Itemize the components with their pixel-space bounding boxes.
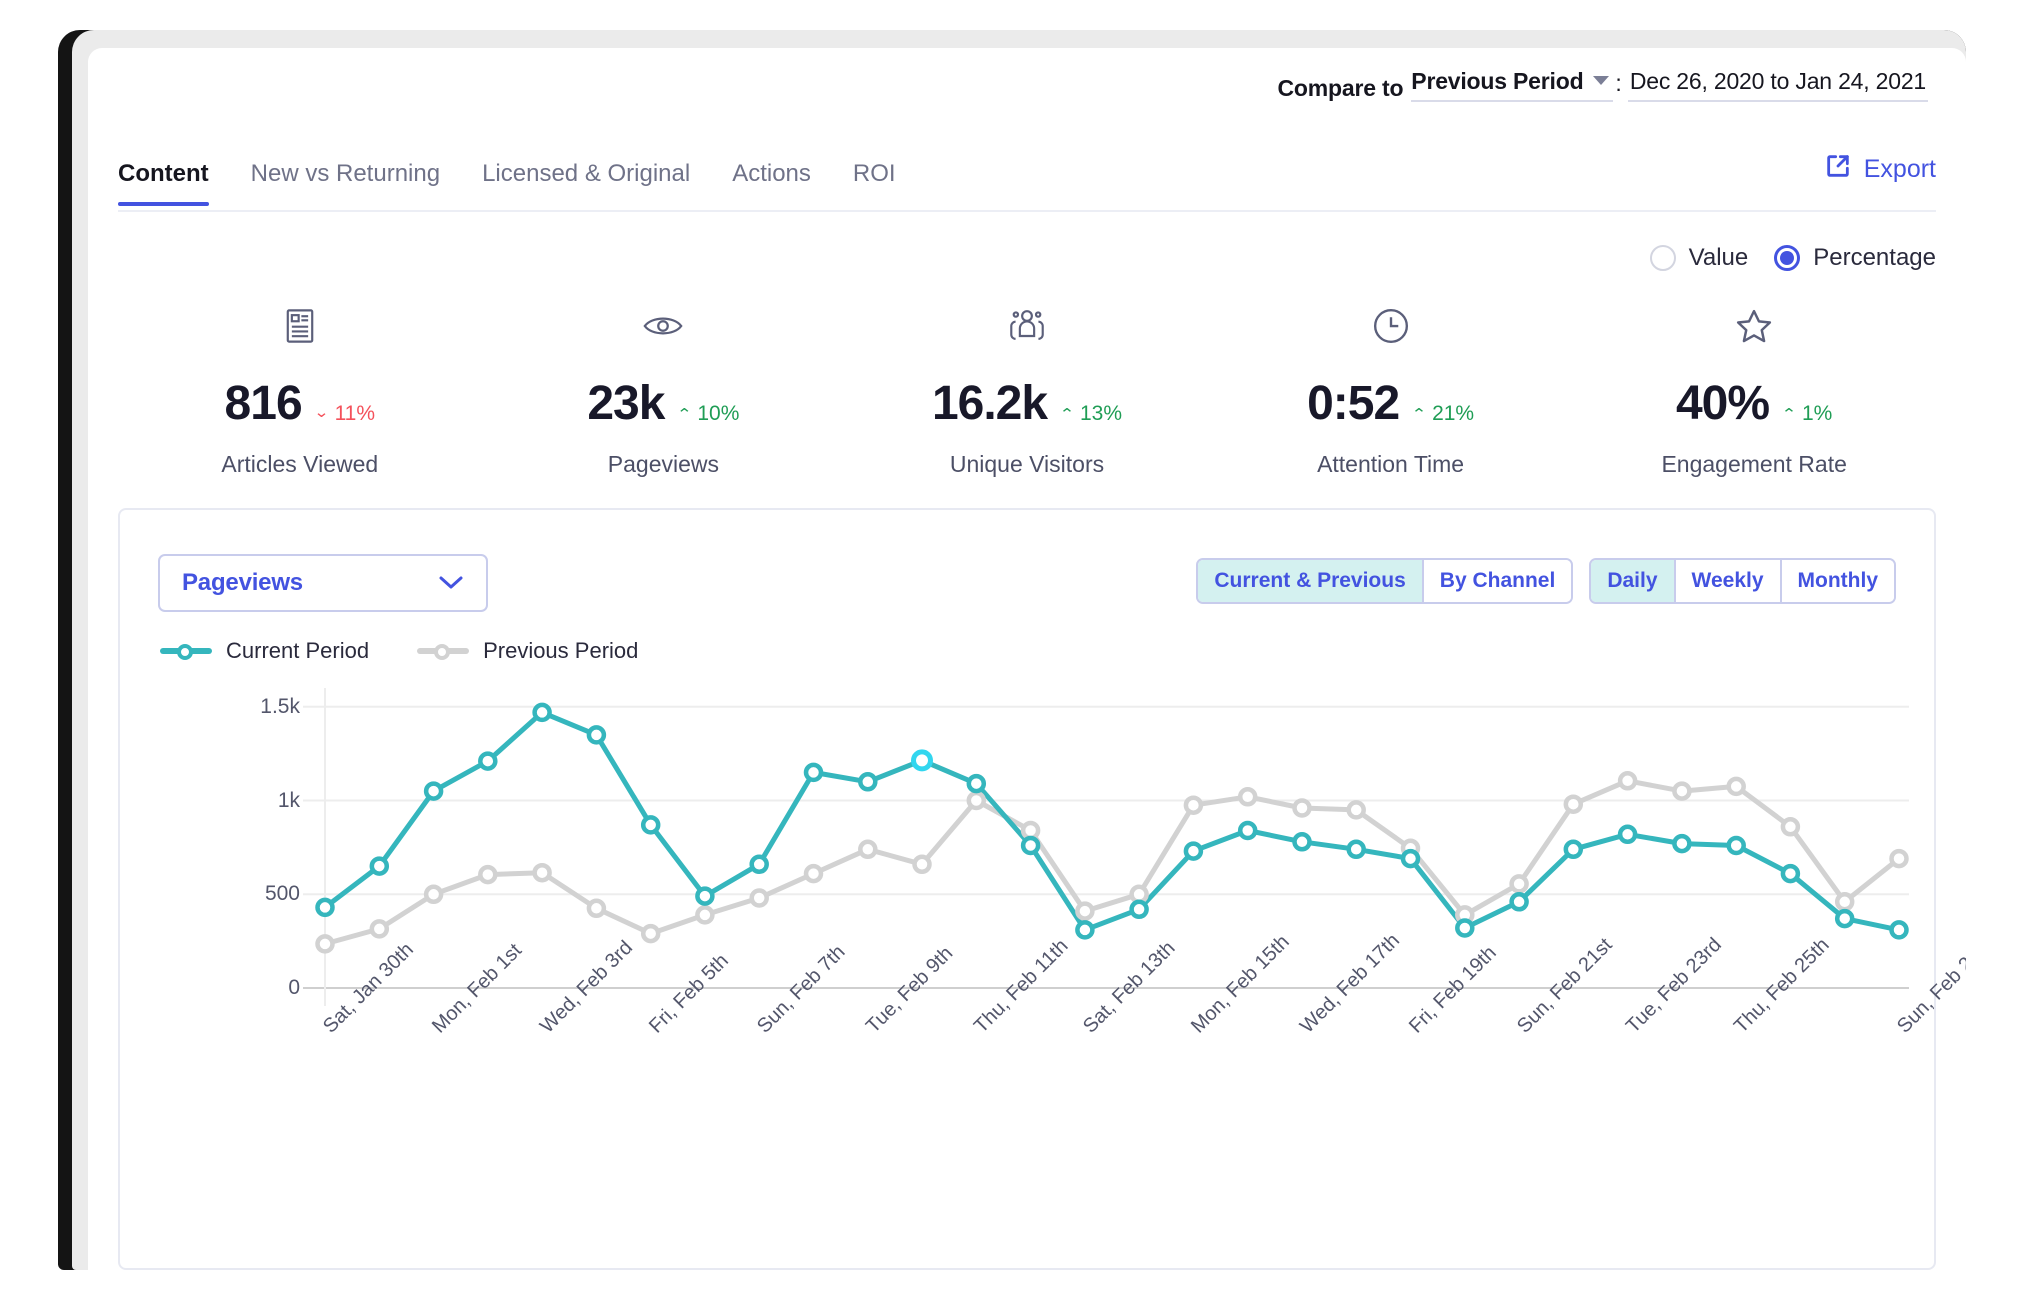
kpi-delta-value: 21%	[1432, 401, 1475, 425]
y-axis-tick: 0	[288, 976, 300, 999]
kpi-label: Pageviews	[607, 451, 719, 477]
chevron-up-trend-icon: ⌃	[676, 406, 693, 423]
segment-current-and-previous[interactable]: Current & Previous	[1198, 560, 1424, 602]
legend-label: Current Period	[226, 638, 370, 663]
display-mode-radio-group: Value Percentage	[1649, 244, 1936, 272]
tab-bar: Content New vs Returning Licensed & Orig…	[118, 155, 1936, 212]
y-axis-tick: 1.5k	[260, 694, 300, 718]
segment-by-channel[interactable]: By Channel	[1423, 560, 1572, 602]
radio-value[interactable]: Value	[1649, 244, 1749, 272]
chart-card: Pageviews Current & Previous By Channel …	[118, 508, 1966, 1270]
kpi-value: 816	[224, 377, 303, 430]
kpi-label: Unique Visitors	[949, 451, 1105, 477]
kpi-row: 816 ⌄ 11% Articles Viewed 23k ⌃ 10% Page…	[118, 302, 1936, 478]
metric-select-dropdown[interactable]: Pageviews	[158, 554, 488, 612]
radio-percentage[interactable]: Percentage	[1774, 244, 1936, 272]
app-viewport: Compare to Previous Period : Dec 26, 202…	[88, 48, 1966, 1270]
kpi-delta-value: 10%	[697, 401, 740, 425]
eye-icon	[642, 302, 684, 350]
legend-marker-current	[160, 644, 212, 660]
kpi-value: 16.2k	[931, 377, 1048, 430]
granularity-segment-group: Daily Weekly Monthly	[1589, 558, 1896, 604]
chart-legend: Current Period Previous Period	[160, 638, 638, 664]
kpi-attention-time: 0:52 ⌃ 21% Attention Time	[1209, 302, 1573, 478]
tab-content[interactable]: Content	[118, 160, 209, 206]
compare-period-dropdown[interactable]: Previous Period	[1411, 68, 1614, 102]
star-icon	[1734, 302, 1774, 350]
export-label: Export	[1863, 155, 1936, 183]
segment-daily[interactable]: Daily	[1591, 560, 1676, 602]
metric-select-value: Pageviews	[182, 569, 303, 596]
legend-item-current-period[interactable]: Current Period	[160, 638, 369, 664]
tab-roi[interactable]: ROI	[853, 160, 896, 204]
chevron-down-trend-icon: ⌄	[313, 404, 330, 421]
external-link-icon	[1824, 152, 1852, 187]
clock-icon	[1372, 302, 1410, 350]
tab-actions[interactable]: Actions	[732, 160, 811, 204]
kpi-delta: ⌃ 13%	[1059, 402, 1122, 426]
kpi-value: 0:52	[1307, 377, 1400, 430]
kpi-value: 40%	[1675, 377, 1770, 430]
kpi-unique-visitors: 16.2k ⌃ 13% Unique Visitors	[845, 302, 1209, 478]
kpi-label: Attention Time	[1317, 451, 1465, 477]
kpi-delta: ⌄ 11%	[314, 402, 375, 426]
tab-new-vs-returning[interactable]: New vs Returning	[251, 160, 440, 204]
chevron-down-icon	[438, 569, 464, 597]
kpi-articles-viewed: 816 ⌄ 11% Articles Viewed	[118, 302, 482, 478]
chevron-up-trend-icon: ⌃	[1411, 406, 1428, 423]
chevron-up-trend-icon: ⌃	[1781, 406, 1797, 423]
kpi-delta: ⌃ 21%	[1411, 402, 1474, 426]
compare-period-value: Previous Period	[1411, 68, 1584, 94]
x-axis-labels: Sat, Jan 30th Mon, Feb 1st Wed, Feb 3rd Fri…	[120, 929, 1966, 1216]
kpi-label: Engagement Rate	[1661, 451, 1847, 477]
kpi-value: 23k	[587, 377, 665, 430]
kpi-delta: ⌃ 1%	[1781, 402, 1832, 426]
kpi-pageviews: 23k ⌃ 10% Pageviews	[482, 302, 846, 478]
radio-percentage-label: Percentage	[1813, 244, 1936, 271]
compare-to-label: Compare to	[1277, 75, 1404, 101]
chevron-down-icon	[1593, 76, 1610, 85]
screenshot-root: Compare to Previous Period : Dec 26, 202…	[0, 0, 2024, 1296]
kpi-delta-value: 11%	[334, 401, 376, 425]
radio-percentage-indicator	[1774, 245, 1801, 271]
kpi-delta-value: 13%	[1079, 401, 1123, 425]
radio-value-indicator	[1649, 245, 1676, 271]
tab-licensed-and-original[interactable]: Licensed & Original	[482, 160, 690, 204]
segment-monthly[interactable]: Monthly	[1781, 560, 1894, 602]
compare-colon: :	[1615, 70, 1622, 96]
export-button[interactable]: Export	[1824, 152, 1936, 187]
legend-label: Previous Period	[483, 638, 639, 663]
chevron-up-trend-icon: ⌃	[1059, 406, 1075, 423]
radio-value-label: Value	[1688, 244, 1749, 271]
view-segment-group: Current & Previous By Channel	[1196, 558, 1574, 604]
legend-item-previous-period[interactable]: Previous Period	[417, 638, 638, 664]
kpi-label: Articles Viewed	[221, 451, 379, 477]
users-icon	[1007, 302, 1047, 350]
chart-segment-controls: Current & Previous By Channel Daily Week…	[1196, 558, 1896, 604]
legend-marker-previous	[417, 644, 470, 660]
y-axis-tick: 500	[264, 882, 300, 906]
y-axis-tick: 1k	[277, 788, 300, 812]
kpi-delta-value: 1%	[1801, 401, 1833, 425]
compare-bar: Compare to Previous Period : Dec 26, 202…	[1277, 68, 1928, 102]
article-icon	[283, 302, 317, 350]
kpi-delta: ⌃ 10%	[676, 402, 739, 426]
date-range-picker[interactable]: Dec 26, 2020 to Jan 24, 2021	[1627, 68, 1928, 102]
kpi-engagement-rate: 40% ⌃ 1% Engagement Rate	[1572, 302, 1936, 478]
segment-weekly[interactable]: Weekly	[1675, 560, 1782, 602]
